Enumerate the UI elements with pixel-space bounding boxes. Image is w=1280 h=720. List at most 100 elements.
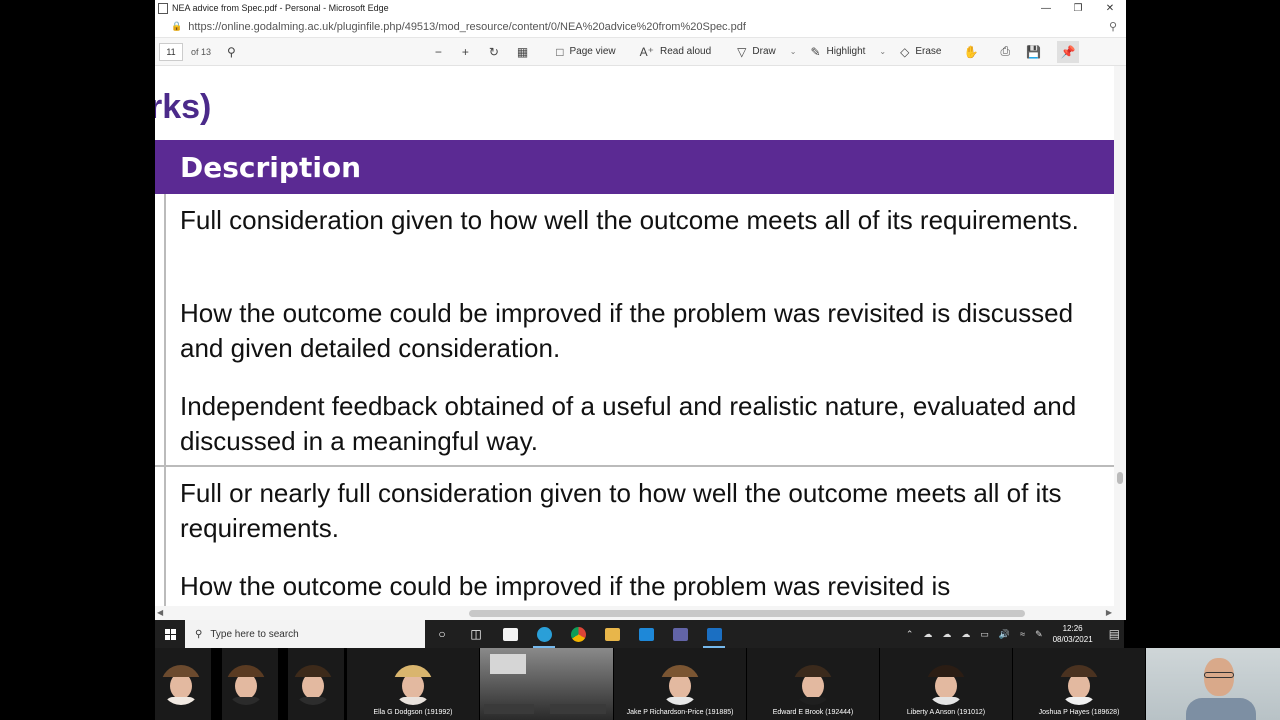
zoom-in-icon[interactable]: + xyxy=(462,45,469,59)
horizontal-scroll-thumb[interactable] xyxy=(469,610,1025,617)
task-view-icon[interactable]: ◫ xyxy=(459,620,493,648)
draw-label: Draw xyxy=(752,46,776,57)
avatar xyxy=(226,665,266,705)
search-icon[interactable]: ⚲ xyxy=(227,45,236,59)
participant-tile[interactable]: Joshua P Hayes (189628) xyxy=(1013,648,1145,720)
eraser-icon: ◇ xyxy=(900,44,910,59)
minimize-icon[interactable]: — xyxy=(1030,0,1062,16)
taskbar-search[interactable]: ⚲ Type here to search xyxy=(185,620,425,648)
chrome-icon[interactable] xyxy=(561,620,595,648)
avatar xyxy=(393,665,433,705)
participant-tile[interactable] xyxy=(155,648,211,720)
onedrive-icon[interactable]: ☁ xyxy=(923,629,932,640)
participant-tile[interactable]: Liberty A Anson (191012) xyxy=(880,648,1012,720)
search-icon: ⚲ xyxy=(195,628,203,640)
notifications-icon[interactable]: ▤ xyxy=(1109,627,1120,641)
avatar xyxy=(161,665,201,705)
show-hidden-icons-icon[interactable]: ⌃ xyxy=(906,629,914,640)
whiteboard-icon[interactable] xyxy=(697,620,731,648)
restore-icon[interactable]: ❐ xyxy=(1062,0,1094,16)
paragraph: Full consideration given to how well the… xyxy=(180,205,1079,235)
volume-icon[interactable]: 🔊 xyxy=(999,629,1010,640)
teams-icon[interactable] xyxy=(663,620,697,648)
participant-name: Edward E Brook (192444) xyxy=(772,709,854,716)
title-bar: NEA advice from Spec.pdf - Personal - Mi… xyxy=(155,0,1126,16)
participant-tile[interactable]: Ella G Dodgson (191992) xyxy=(347,648,479,720)
touch-icon[interactable]: ✋ xyxy=(963,45,978,59)
read-aloud-button[interactable]: A⁺ Read aloud xyxy=(640,45,712,59)
close-icon[interactable]: ✕ xyxy=(1094,0,1126,16)
participant-tile[interactable]: Edward E Brook (192444) xyxy=(747,648,879,720)
chevron-down-icon[interactable]: ⌄ xyxy=(790,47,797,56)
lock-icon[interactable]: 🔒 xyxy=(171,21,182,32)
avatar xyxy=(660,665,700,705)
page-view-button[interactable]: □ Page view xyxy=(556,45,615,59)
zoom-icon[interactable]: ⚲ xyxy=(1100,20,1126,33)
paragraph: How the outcome could be improved if the… xyxy=(180,571,951,601)
read-aloud-label: Read aloud xyxy=(660,46,712,57)
participant-tile[interactable] xyxy=(222,648,278,720)
draw-button[interactable]: ▽ Draw ⌄ xyxy=(737,45,796,59)
mail-icon[interactable] xyxy=(629,620,663,648)
address-bar[interactable]: 🔒 https://online.godalming.ac.uk/pluginf… xyxy=(155,16,1126,38)
pdf-document-icon xyxy=(158,2,168,14)
cortana-icon[interactable]: ○ xyxy=(425,620,459,648)
participant-name: Ella G Dodgson (191992) xyxy=(373,709,453,716)
scroll-left-icon[interactable]: ◀ xyxy=(157,608,163,617)
pin-icon[interactable]: 📌 xyxy=(1057,40,1079,63)
clock-time: 12:26 xyxy=(1062,624,1083,633)
video-gallery: Ella G Dodgson (191992) Jake P Richardso… xyxy=(0,648,1280,720)
fit-page-icon[interactable]: ▦ xyxy=(517,45,528,59)
table-header-label: Description xyxy=(180,151,362,184)
url-text[interactable]: https://online.godalming.ac.uk/pluginfil… xyxy=(188,21,1100,33)
sync-icon[interactable]: ☁ xyxy=(961,629,970,640)
table-left-border xyxy=(164,194,166,620)
scroll-right-icon[interactable]: ▶ xyxy=(1106,608,1112,617)
participant-tile[interactable] xyxy=(288,648,344,720)
section-heading-partial: rks) xyxy=(155,88,212,126)
chevron-down-icon[interactable]: ⌄ xyxy=(879,47,886,56)
page-number-input[interactable]: 11 xyxy=(159,42,183,61)
pdf-toolbar: 11 of 13 ⚲ − + ↻ ▦ □ Page view A⁺ Read a… xyxy=(155,38,1126,66)
clock-date: 08/03/2021 xyxy=(1052,635,1093,644)
windows-logo-icon xyxy=(164,628,176,640)
battery-icon[interactable]: ▭ xyxy=(980,629,989,640)
highlight-icon: ✎ xyxy=(810,44,821,59)
pen-icon[interactable]: ✎ xyxy=(1035,629,1043,640)
avatar xyxy=(1059,665,1099,705)
avatar xyxy=(293,665,333,705)
paragraph: Independent feedback obtained of a usefu… xyxy=(180,391,1077,456)
windows-taskbar: ⚲ Type here to search ○ ◫ ⌃ ☁ ☁ ☁ ▭ 🔊 ≈ … xyxy=(155,620,1124,648)
rotate-icon[interactable]: ↻ xyxy=(489,45,499,59)
window-title: NEA advice from Spec.pdf - Personal - Mi… xyxy=(172,3,389,13)
avatar xyxy=(926,665,966,705)
page-total: of 13 xyxy=(191,46,212,57)
save-icon[interactable]: 💾 xyxy=(1026,45,1041,59)
participant-name: Liberty A Anson (191012) xyxy=(906,709,986,716)
paragraph: Full or nearly full consideration given … xyxy=(180,478,1062,543)
start-button[interactable] xyxy=(155,620,185,648)
highlight-button[interactable]: ✎ Highlight ⌄ xyxy=(810,45,886,59)
vertical-scrollbar[interactable] xyxy=(1114,66,1126,620)
horizontal-scrollbar[interactable]: ◀ ▶ xyxy=(155,606,1114,620)
participant-name: Joshua P Hayes (189628) xyxy=(1038,709,1120,716)
participant-tile[interactable]: Jake P Richardson-Price (191885) xyxy=(614,648,746,720)
pdf-page: rks) Description Full consideration give… xyxy=(155,66,1126,620)
vertical-scroll-thumb[interactable] xyxy=(1117,472,1123,484)
print-icon[interactable]: ⎙ xyxy=(1000,44,1010,59)
wifi-icon[interactable]: ≈ xyxy=(1020,629,1025,639)
erase-label: Erase xyxy=(915,46,942,57)
edge-icon[interactable] xyxy=(527,620,561,648)
avatar xyxy=(793,665,833,705)
presenter-video[interactable] xyxy=(1146,648,1280,720)
cloud-icon[interactable]: ☁ xyxy=(942,629,951,640)
classroom-video[interactable] xyxy=(480,648,613,720)
file-explorer-icon[interactable] xyxy=(595,620,629,648)
store-icon[interactable] xyxy=(493,620,527,648)
zoom-out-icon[interactable]: − xyxy=(435,45,442,59)
erase-button[interactable]: ◇ Erase xyxy=(900,45,941,59)
clock[interactable]: 12:26 08/03/2021 xyxy=(1053,623,1093,645)
table-row-divider xyxy=(155,465,1114,467)
table-header: Description xyxy=(155,140,1114,194)
draw-icon: ▽ xyxy=(737,44,747,59)
